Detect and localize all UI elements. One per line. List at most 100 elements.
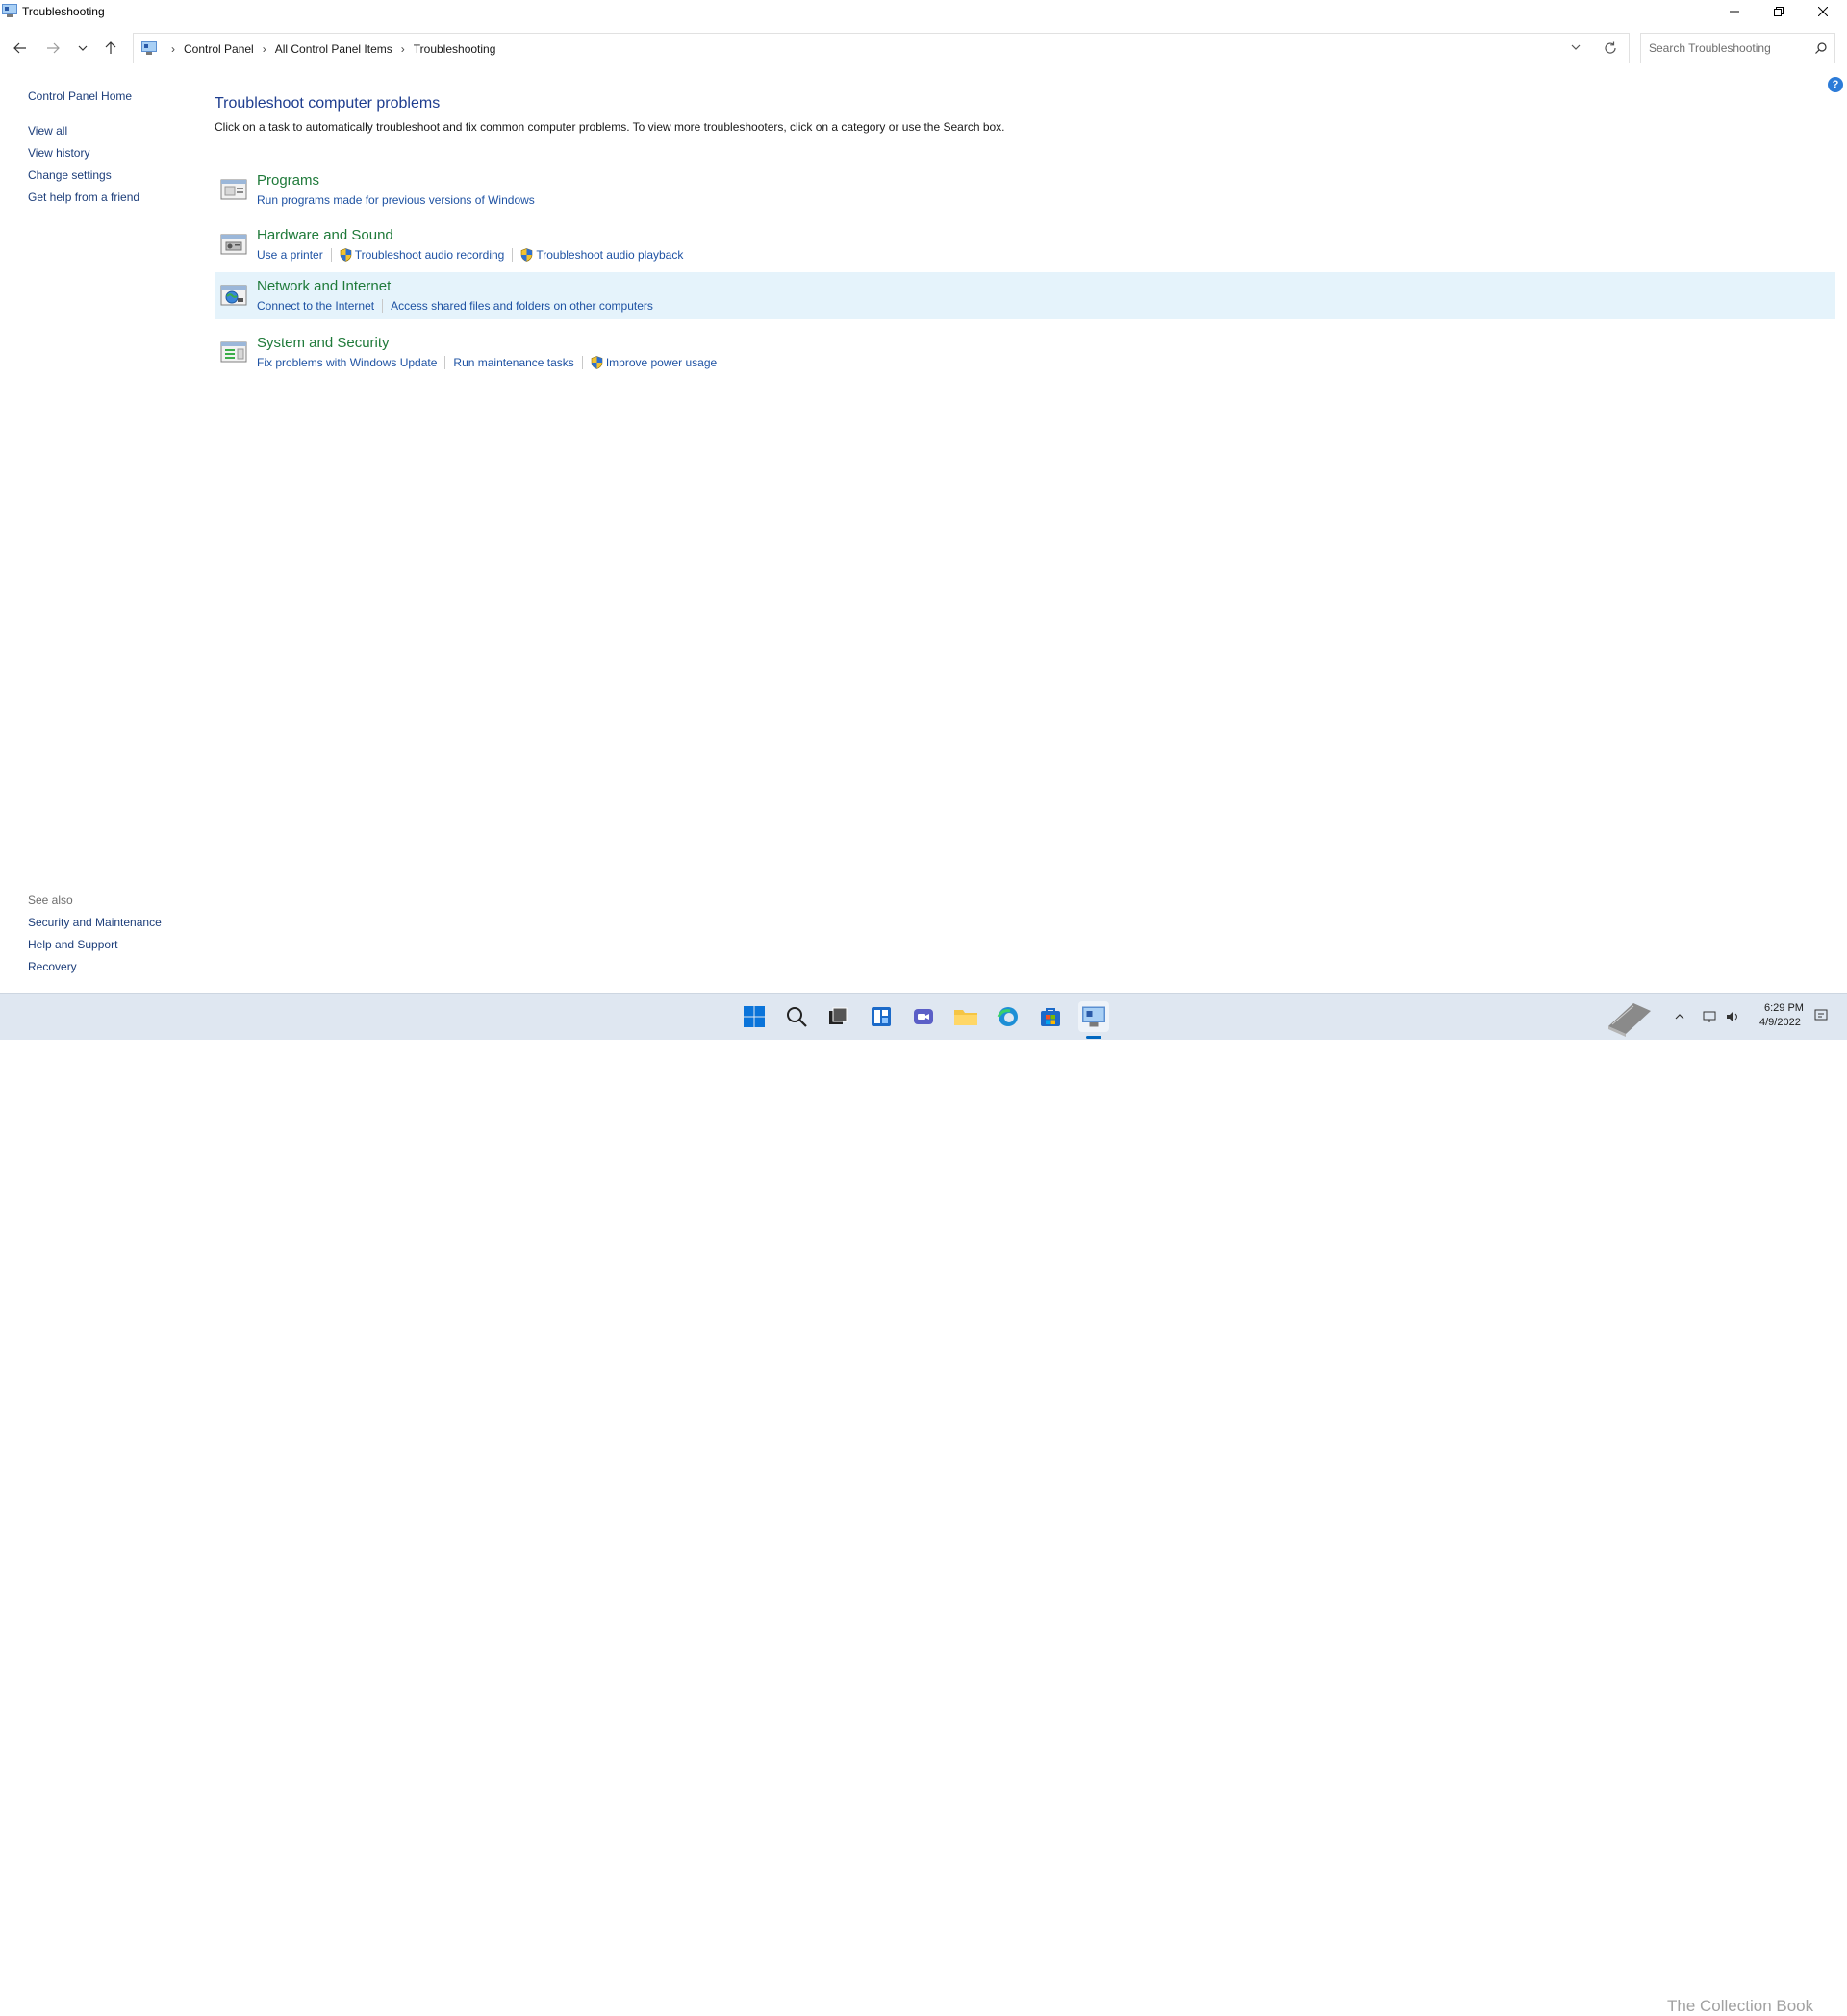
- task-label: Access shared files and folders on other…: [391, 299, 653, 313]
- minimize-icon: [1730, 11, 1739, 13]
- back-arrow-icon: [13, 42, 26, 54]
- address-bar[interactable]: › Control Panel › All Control Panel Item…: [133, 33, 1630, 63]
- store-button[interactable]: [1035, 1001, 1066, 1032]
- category-system-and-security: System and Security Fix problems with Wi…: [215, 329, 1835, 375]
- page-title: Troubleshoot computer problems: [215, 95, 441, 112]
- task-run-maintenance[interactable]: Run maintenance tasks: [453, 356, 573, 369]
- forward-arrow-icon: [47, 42, 60, 54]
- control-panel-home-link[interactable]: Control Panel Home: [28, 89, 132, 103]
- task-label: Troubleshoot audio recording: [354, 248, 505, 262]
- category-title[interactable]: Programs: [257, 172, 319, 189]
- chevron-down-icon: [78, 45, 88, 51]
- task-label: Run programs made for previous versions …: [257, 193, 535, 207]
- clock-time[interactable]: 6:29 PM: [1764, 1002, 1804, 1014]
- file-explorer-button[interactable]: [950, 1001, 981, 1032]
- category-title[interactable]: Hardware and Sound: [257, 227, 393, 243]
- breadcrumb-separator-icon[interactable]: ›: [263, 42, 266, 56]
- address-dropdown-icon[interactable]: [1571, 42, 1581, 52]
- edge-button[interactable]: [993, 1001, 1024, 1032]
- security-and-maintenance-link[interactable]: Security and Maintenance: [28, 916, 162, 929]
- taskbar: The Collection Book 6:29 PM 4/9/2022: [0, 993, 1847, 2015]
- back-button[interactable]: [9, 37, 32, 60]
- task-label: Troubleshoot audio playback: [536, 248, 684, 262]
- category-title[interactable]: System and Security: [257, 335, 390, 351]
- windows-logo-icon: [744, 1006, 765, 1027]
- control-panel-icon: [1082, 1006, 1105, 1027]
- uac-shield-icon: [521, 248, 533, 262]
- hardware-sound-icon: [220, 234, 247, 255]
- breadcrumb-separator-icon[interactable]: ›: [401, 42, 405, 56]
- help-icon[interactable]: ?: [1828, 77, 1843, 92]
- chat-button[interactable]: [908, 1001, 939, 1032]
- task-divider: [444, 356, 446, 369]
- navigation-bar: › Control Panel › All Control Panel Item…: [0, 27, 1847, 69]
- task-label: Use a printer: [257, 248, 323, 262]
- task-label: Fix problems with Windows Update: [257, 356, 438, 369]
- task-view-button[interactable]: [822, 1001, 853, 1032]
- view-all-link[interactable]: View all: [28, 124, 67, 138]
- taskbar-search-button[interactable]: [781, 1001, 812, 1032]
- task-view-icon: [829, 1007, 848, 1024]
- page-description: Click on a task to automatically trouble…: [215, 120, 1005, 134]
- task-label: Improve power usage: [605, 356, 718, 369]
- task-troubleshoot-audio-playback[interactable]: Troubleshoot audio playback: [520, 248, 683, 262]
- category-network-and-internet: Network and Internet Connect to the Inte…: [215, 272, 1835, 319]
- category-hardware-and-sound: Hardware and Sound Use a printer Trouble…: [215, 221, 1835, 267]
- task-connect-to-internet[interactable]: Connect to the Internet: [257, 299, 374, 313]
- breadcrumb-all-items[interactable]: All Control Panel Items: [275, 42, 392, 56]
- watermark-text: The Collection Book: [1667, 1997, 1814, 2015]
- category-programs: Programs Run programs made for previous …: [215, 166, 1835, 213]
- task-label: Run maintenance tasks: [453, 356, 574, 369]
- task-use-printer[interactable]: Use a printer: [257, 248, 323, 262]
- search-box[interactable]: [1640, 33, 1835, 63]
- view-history-link[interactable]: View history: [28, 146, 89, 160]
- forward-button[interactable]: [41, 37, 64, 60]
- widgets-icon: [872, 1007, 891, 1026]
- search-icon: [787, 1007, 807, 1027]
- help-and-support-link[interactable]: Help and Support: [28, 938, 117, 951]
- breadcrumb-troubleshooting[interactable]: Troubleshooting: [414, 42, 496, 56]
- control-panel-taskbar-button[interactable]: [1078, 1001, 1109, 1032]
- uac-shield-icon: [591, 356, 603, 369]
- task-improve-power-usage[interactable]: Improve power usage: [591, 356, 717, 369]
- task-troubleshoot-audio-recording[interactable]: Troubleshoot audio recording: [340, 248, 505, 262]
- network-icon[interactable]: [1703, 1010, 1716, 1023]
- book-icon: [1608, 1003, 1651, 1037]
- task-divider: [512, 248, 514, 262]
- restore-button[interactable]: [1757, 0, 1801, 23]
- refresh-icon[interactable]: [1604, 41, 1617, 55]
- chat-icon: [914, 1009, 933, 1024]
- recent-locations-button[interactable]: [71, 37, 94, 60]
- change-settings-link[interactable]: Change settings: [28, 168, 112, 182]
- clock-date[interactable]: 4/9/2022: [1759, 1017, 1801, 1028]
- breadcrumb: › Control Panel › All Control Panel Item…: [163, 42, 495, 56]
- chevron-up-icon[interactable]: [1675, 1013, 1684, 1021]
- minimize-button[interactable]: [1712, 0, 1757, 23]
- task-label: Connect to the Internet: [257, 299, 375, 313]
- recovery-link[interactable]: Recovery: [28, 960, 77, 973]
- category-title[interactable]: Network and Internet: [257, 278, 391, 294]
- task-access-shared-files[interactable]: Access shared files and folders on other…: [391, 299, 653, 313]
- title-bar: Troubleshooting: [0, 0, 1847, 23]
- start-button[interactable]: [739, 1001, 770, 1032]
- task-divider: [581, 356, 583, 369]
- uac-shield-icon: [340, 248, 352, 262]
- folder-icon: [954, 1010, 977, 1025]
- widgets-button[interactable]: [866, 1001, 897, 1032]
- breadcrumb-separator-icon[interactable]: ›: [171, 42, 175, 56]
- task-run-old-programs[interactable]: Run programs made for previous versions …: [257, 193, 535, 207]
- notification-icon[interactable]: [1814, 1009, 1828, 1022]
- breadcrumb-control-panel[interactable]: Control Panel: [184, 42, 254, 56]
- task-divider: [382, 299, 384, 313]
- system-security-icon: [220, 341, 247, 363]
- search-input[interactable]: [1647, 40, 1814, 56]
- control-panel-icon: [2, 4, 17, 17]
- task-fix-windows-update[interactable]: Fix problems with Windows Update: [257, 356, 437, 369]
- search-icon[interactable]: [1815, 42, 1827, 54]
- up-button[interactable]: [99, 37, 122, 60]
- see-also-label: See also: [28, 894, 73, 907]
- volume-icon[interactable]: [1726, 1010, 1741, 1023]
- store-icon: [1041, 1008, 1060, 1026]
- close-button[interactable]: [1801, 0, 1845, 23]
- get-help-from-friend-link[interactable]: Get help from a friend: [28, 190, 139, 204]
